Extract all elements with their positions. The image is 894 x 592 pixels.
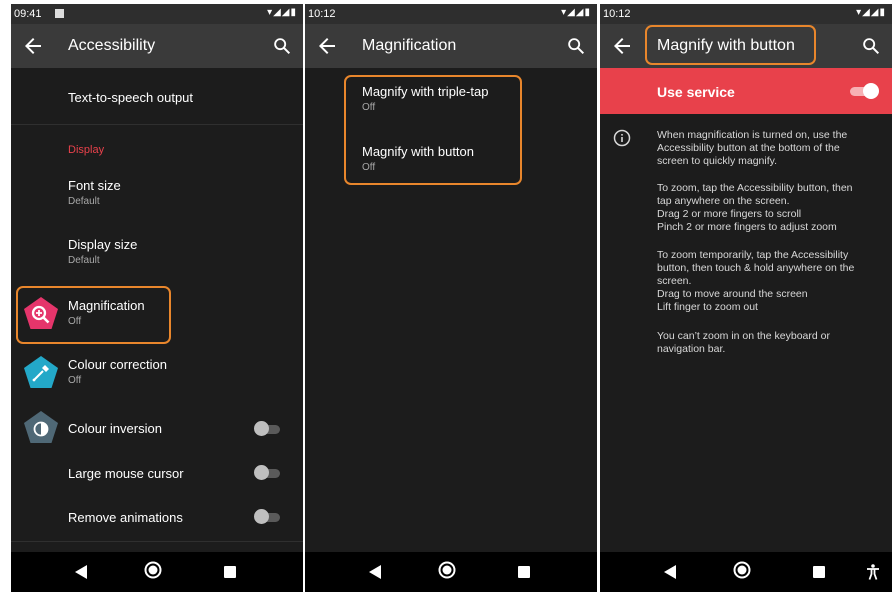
info-line: Pinch 2 or more fingers to adjust zoom: [657, 221, 837, 233]
remove-animations-toggle[interactable]: [254, 509, 282, 525]
colour-correction-title: Colour correction: [68, 357, 167, 372]
settings-list: Magnify with triple-tap Off Magnify with…: [305, 68, 597, 552]
section-header-display: Display: [68, 144, 105, 156]
info-line: Accessibility button at the bottom of th…: [657, 142, 840, 154]
app-bar: Accessibility: [11, 24, 303, 68]
nav-back-icon[interactable]: [664, 565, 676, 579]
list-item-tts[interactable]: Text-to-speech output: [11, 68, 303, 124]
list-item-colour-correction[interactable]: Colour correction Off: [11, 351, 303, 401]
nav-home-icon[interactable]: [438, 561, 456, 579]
use-service-row[interactable]: Use service: [600, 68, 892, 114]
highlight-magnification: [16, 286, 171, 344]
info-paragraph-4: You can’t zoom in on the keyboard or nav…: [657, 330, 879, 356]
list-item-font-size[interactable]: Font size Default: [11, 174, 303, 224]
highlight-magnification-options: [344, 75, 522, 185]
divider: [11, 124, 303, 125]
list-item-remove-animations[interactable]: Remove animations: [11, 501, 303, 541]
navigation-bar: [11, 552, 303, 592]
font-size-summary: Default: [68, 196, 100, 207]
info-line: Drag 2 or more fingers to scroll: [657, 208, 802, 220]
status-time: 09:41: [14, 8, 42, 20]
status-bar: 10:12 ▾◢◢▮: [305, 4, 597, 24]
back-arrow-icon[interactable]: [315, 34, 339, 58]
info-line: Lift finger to zoom out: [657, 301, 758, 313]
large-mouse-cursor-toggle[interactable]: [254, 465, 282, 481]
info-line: You can’t zoom in on the keyboard or: [657, 330, 830, 342]
colour-inversion-title: Colour inversion: [68, 421, 162, 436]
status-time: 10:12: [308, 8, 336, 20]
toggle-knob: [254, 465, 269, 480]
use-service-toggle[interactable]: [850, 83, 880, 99]
navigation-bar: [600, 552, 892, 592]
magnify-settings-body: Use service When magnification is turned…: [600, 68, 892, 552]
magnify-with-button-screen: 10:12 ▾◢◢▮ Magnify with button Use servi…: [600, 4, 892, 592]
toggle-knob: [254, 421, 269, 436]
magnification-screen: 10:12 ▾◢◢▮ Magnification Magnify with tr…: [305, 4, 597, 592]
info-paragraph-2: To zoom, tap the Accessibility button, t…: [657, 182, 879, 234]
info-paragraph-3: To zoom temporarily, tap the Accessibili…: [657, 249, 879, 314]
search-icon[interactable]: [860, 35, 882, 57]
nav-back-icon[interactable]: [369, 565, 381, 579]
nav-recents-icon[interactable]: [518, 566, 530, 578]
status-time: 10:12: [603, 8, 631, 20]
accessibility-button-icon[interactable]: [866, 564, 880, 580]
search-icon[interactable]: [271, 35, 293, 57]
back-arrow-icon[interactable]: [21, 34, 45, 58]
search-icon[interactable]: [565, 35, 587, 57]
list-item-large-mouse-cursor[interactable]: Large mouse cursor: [11, 457, 303, 497]
signal-battery-icons: ▾◢◢▮: [856, 7, 886, 18]
list-item-display-size[interactable]: Display size Default: [11, 233, 303, 283]
signal-battery-icons: ▾◢◢▮: [561, 7, 591, 18]
font-size-title: Font size: [68, 178, 121, 193]
info-paragraph-1: When magnification is turned on, use the…: [657, 129, 879, 168]
display-size-summary: Default: [68, 255, 100, 266]
use-service-label: Use service: [657, 84, 735, 100]
notification-icon: [55, 9, 64, 18]
colour-inversion-toggle[interactable]: [254, 421, 282, 437]
nav-home-icon[interactable]: [733, 561, 751, 579]
colour-correction-summary: Off: [68, 375, 82, 386]
info-icon: [613, 129, 631, 147]
contrast-icon: [24, 411, 58, 443]
toggle-knob: [254, 509, 269, 524]
nav-home-icon[interactable]: [144, 561, 162, 579]
list-item-colour-inversion[interactable]: Colour inversion: [11, 410, 303, 450]
info-line: Drag to move around the screen: [657, 288, 808, 300]
toggle-knob: [863, 83, 879, 99]
signal-battery-icons: ▾◢◢▮: [267, 7, 297, 18]
nav-back-icon[interactable]: [75, 565, 87, 579]
info-line: button, then touch & hold anywhere on th…: [657, 262, 855, 274]
large-mouse-cursor-title: Large mouse cursor: [68, 466, 184, 481]
nav-recents-icon[interactable]: [224, 566, 236, 578]
info-line: screen.: [657, 275, 692, 287]
info-line: To zoom temporarily, tap the Accessibili…: [657, 249, 849, 261]
status-bar: 10:12 ▾◢◢▮: [600, 4, 892, 24]
accessibility-screen: 09:41 ▾◢◢▮ Accessibility Text-to-speech …: [11, 4, 303, 592]
settings-list: Text-to-speech output Display Font size …: [11, 68, 303, 552]
page-title: Accessibility: [68, 37, 156, 54]
navigation-bar: [305, 552, 597, 592]
info-line: navigation bar.: [657, 343, 726, 355]
info-line: tap anywhere on the screen.: [657, 195, 790, 207]
eyedropper-icon: [24, 356, 58, 388]
page-title: Magnification: [362, 37, 457, 54]
status-bar: 09:41 ▾◢◢▮: [11, 4, 303, 24]
app-bar: Magnification: [305, 24, 597, 68]
tts-label: Text-to-speech output: [68, 90, 194, 105]
info-line: To zoom, tap the Accessibility button, t…: [657, 182, 853, 194]
display-size-title: Display size: [68, 237, 138, 252]
remove-animations-title: Remove animations: [68, 510, 183, 525]
nav-recents-icon[interactable]: [813, 566, 825, 578]
info-line: When magnification is turned on, use the: [657, 129, 848, 141]
back-arrow-icon[interactable]: [610, 34, 634, 58]
info-line: screen to quickly magnify.: [657, 155, 778, 167]
divider: [11, 541, 303, 542]
highlight-title: [645, 25, 816, 65]
